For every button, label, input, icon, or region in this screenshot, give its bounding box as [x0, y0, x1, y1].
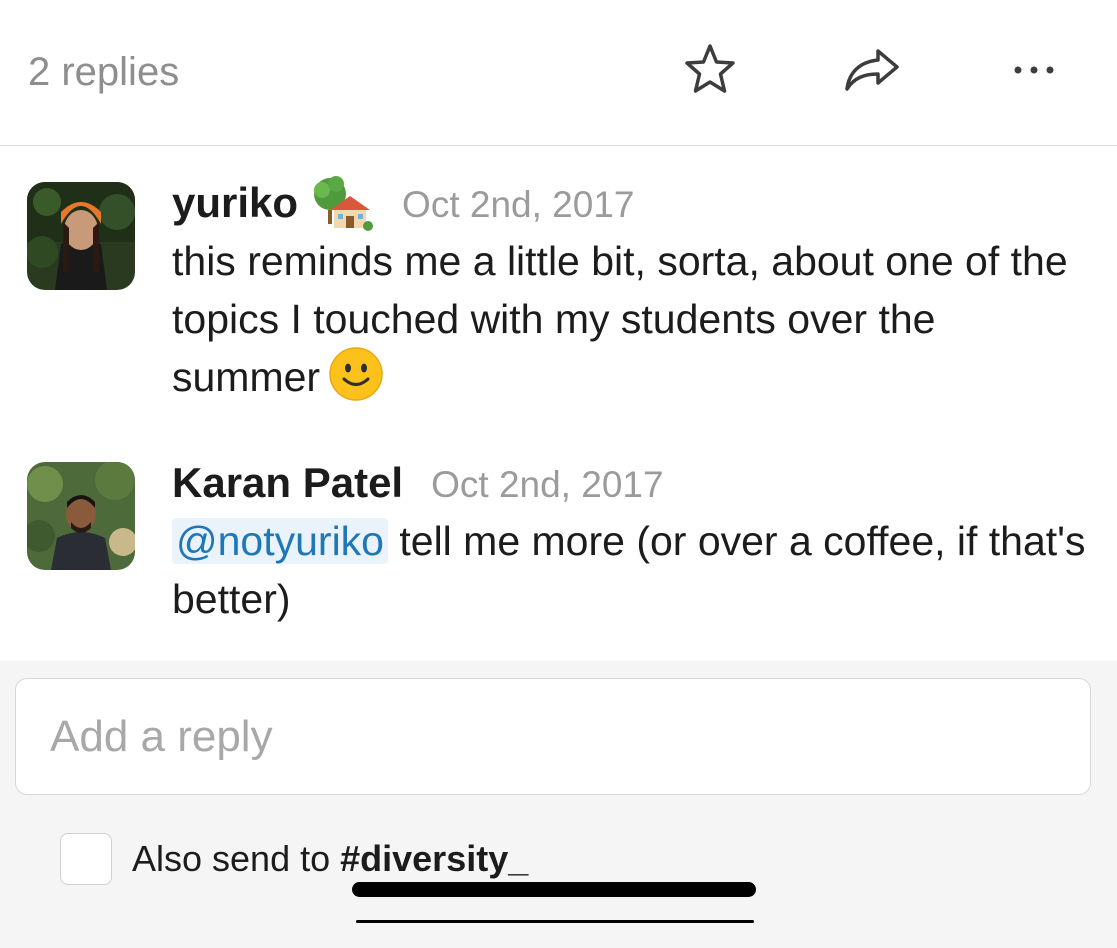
share-icon[interactable] — [842, 40, 902, 100]
thread-view: 2 replies yuriko Oct 2nd, 2017 this remi… — [0, 0, 1117, 948]
reply-input[interactable] — [48, 703, 1052, 771]
avatar[interactable] — [27, 462, 135, 570]
also-send-option: Also send to #diversity_ — [60, 832, 528, 886]
author-name[interactable]: yuriko — [172, 170, 298, 236]
author-name[interactable]: Karan Patel — [172, 450, 403, 516]
message-body: yuriko Oct 2nd, 2017 this reminds me a l… — [172, 170, 1092, 408]
message-header: Karan Patel Oct 2nd, 2017 — [172, 450, 1092, 516]
message-header: yuriko Oct 2nd, 2017 — [172, 170, 1092, 236]
reply-input-container[interactable] — [15, 678, 1091, 795]
replies-count: 2 replies — [28, 50, 180, 94]
message-body: Karan Patel Oct 2nd, 2017 @notyuriko tel… — [172, 450, 1092, 628]
channel-name: #diversity_ — [340, 838, 529, 879]
message-timestamp[interactable]: Oct 2nd, 2017 — [431, 452, 663, 518]
house-with-garden-icon — [310, 174, 374, 232]
reply-composer: Also send to #diversity_ — [0, 661, 1117, 948]
more-icon[interactable] — [1004, 40, 1064, 100]
avatar[interactable] — [27, 182, 135, 290]
message-timestamp[interactable]: Oct 2nd, 2017 — [402, 172, 634, 238]
message-text: @notyuriko tell me more (or over a coffe… — [172, 512, 1092, 628]
slightly-smiling-face-icon — [328, 346, 384, 402]
message-text: this reminds me a little bit, sorta, abo… — [172, 232, 1092, 408]
user-mention[interactable]: @notyuriko — [172, 518, 388, 564]
thread-header: 2 replies — [0, 0, 1117, 146]
redaction-bar — [352, 882, 756, 897]
also-send-label: Also send to — [132, 838, 331, 879]
also-send-checkbox[interactable] — [60, 833, 112, 885]
redaction-bar — [356, 920, 754, 923]
message-text-content: this reminds me a little bit, sorta, abo… — [172, 238, 1068, 400]
star-icon[interactable] — [680, 40, 740, 100]
